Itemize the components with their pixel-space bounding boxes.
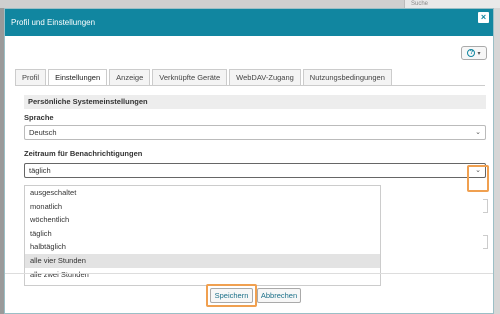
footer-divider — [5, 273, 493, 274]
option-alle-vier-stunden[interactable]: alle vier Stunden — [25, 253, 380, 268]
tab-einstellungen[interactable]: Einstellungen — [48, 69, 108, 86]
option-woechentlich[interactable]: wöchentlich — [25, 213, 380, 227]
language-select-value: Deutsch — [29, 128, 57, 137]
option-monatlich[interactable]: monatlich — [25, 200, 380, 214]
background-search-field: Suche — [404, 0, 500, 8]
notification-period-label: Zeitraum für Benachrichtigungen — [24, 149, 143, 158]
tab-nutzungsbedingungen[interactable]: Nutzungsbedingungen — [302, 69, 392, 86]
chevron-down-icon: ⌄ — [475, 129, 481, 136]
background-field-edge — [483, 199, 488, 213]
option-ausgeschaltet[interactable]: ausgeschaltet — [25, 186, 380, 200]
dialog-titlebar: Profil und Einstellungen × — [5, 9, 493, 36]
close-icon: × — [480, 12, 487, 22]
cancel-button[interactable]: Abbrechen — [257, 288, 301, 303]
tab-webdav-zugang[interactable]: WebDAV-Zugang — [229, 69, 301, 86]
help-menu-button[interactable]: ? ▾ — [461, 46, 487, 60]
profile-settings-dialog: Profil und Einstellungen × ? ▾ Profil Ei… — [4, 8, 494, 314]
chevron-down-icon: ▾ — [477, 50, 481, 57]
dialog-title: Profil und Einstellungen — [11, 18, 96, 27]
tab-verknuepfte-geraete[interactable]: Verknüpfte Geräte — [152, 69, 228, 86]
notification-period-options: ausgeschaltet monatlich wöchentlich tägl… — [24, 185, 381, 286]
save-button[interactable]: Speichern — [210, 288, 253, 303]
background-right-edge — [494, 8, 500, 314]
settings-tabs: Profil Einstellungen Anzeige Verknüpfte … — [15, 69, 394, 86]
language-label: Sprache — [24, 113, 54, 122]
help-icon: ? — [467, 49, 476, 57]
dropdown-toggle-highlight[interactable] — [467, 165, 489, 192]
section-title: Persönliche Systemeinstellungen — [24, 95, 486, 109]
notification-period-select[interactable]: täglich ⌄ — [24, 163, 486, 178]
close-button[interactable]: × — [478, 12, 489, 23]
option-taeglich[interactable]: täglich — [25, 227, 380, 241]
tab-divider — [15, 85, 485, 86]
language-select[interactable]: Deutsch ⌄ — [24, 125, 486, 140]
option-alle-zwei-stunden[interactable]: alle zwei Stunden — [25, 268, 380, 282]
notification-period-value: täglich — [29, 166, 51, 175]
tab-anzeige[interactable]: Anzeige — [109, 69, 151, 86]
tab-profil[interactable]: Profil — [15, 69, 47, 86]
option-halbtaeglich[interactable]: halbtäglich — [25, 240, 380, 254]
background-field-edge — [483, 235, 488, 249]
